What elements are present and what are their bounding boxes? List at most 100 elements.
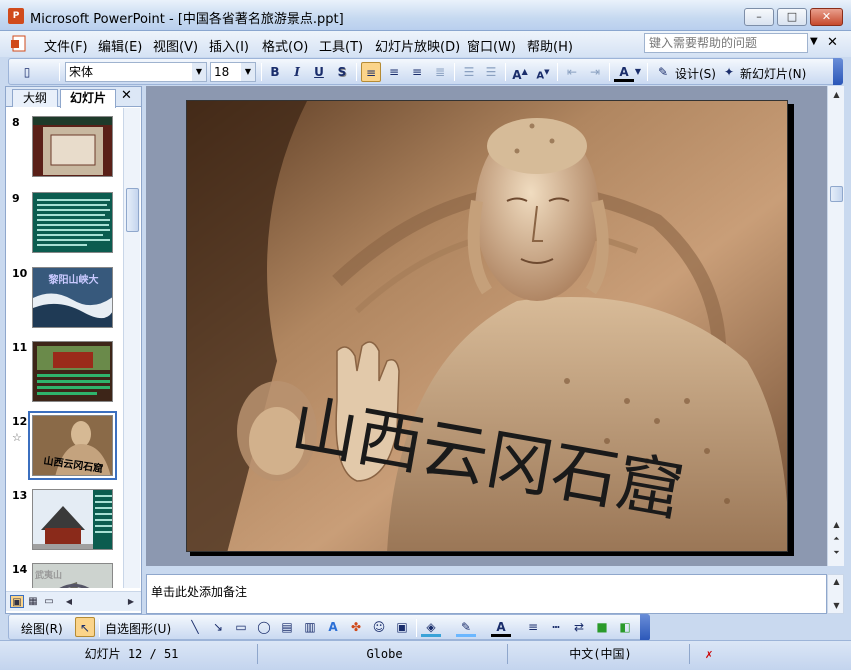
close-button[interactable]: ✕ bbox=[810, 8, 843, 26]
wordart-icon[interactable]: A bbox=[323, 617, 343, 637]
line-icon[interactable]: ╲ bbox=[185, 617, 205, 637]
close-icon[interactable]: ✕ bbox=[121, 88, 132, 103]
slide-thumbnail[interactable]: 9 bbox=[6, 188, 123, 258]
scroll-up-icon[interactable]: ▲ bbox=[828, 88, 845, 102]
font-size-select[interactable]: 18 ▼ bbox=[210, 62, 256, 82]
line-style-icon[interactable]: ≡ bbox=[523, 617, 543, 637]
toolbar-options-button[interactable] bbox=[833, 58, 843, 85]
maximize-button[interactable]: □ bbox=[777, 8, 807, 26]
slideshow-view-icon[interactable]: ▭ bbox=[42, 595, 56, 608]
arrow-icon[interactable]: ↘ bbox=[208, 617, 228, 637]
arrow-style-icon[interactable]: ⇄ bbox=[569, 617, 589, 637]
slide-scrollbar[interactable]: ▲ ▲ ⏶ ⏷ bbox=[827, 86, 844, 566]
document-close-button[interactable]: ✕ bbox=[827, 35, 838, 50]
menu-view[interactable]: 视图(V) bbox=[153, 36, 198, 55]
slide-thumbnail[interactable]: 8 bbox=[6, 112, 123, 182]
align-left-button[interactable]: ≡ bbox=[361, 62, 381, 82]
dash-style-icon[interactable]: ┅ bbox=[546, 617, 566, 637]
line-color-icon[interactable]: ✎ bbox=[456, 617, 476, 637]
notes-scrollbar[interactable]: ▲ ▼ bbox=[827, 574, 844, 614]
rectangle-icon[interactable]: ▭ bbox=[231, 617, 251, 637]
numbered-list-icon[interactable]: ☰ bbox=[459, 62, 479, 82]
increase-font-icon[interactable]: A▲ bbox=[510, 62, 530, 82]
normal-view-icon[interactable]: ▣ bbox=[10, 595, 24, 608]
scroll-left-icon[interactable]: ◀ bbox=[62, 595, 76, 608]
slide-title-textbox[interactable]: 山西云冈石窟 bbox=[187, 101, 787, 551]
new-slide-icon[interactable]: ✦ bbox=[719, 62, 739, 82]
textbox-icon[interactable]: ▤ bbox=[277, 617, 297, 637]
slide-sorter-view-icon[interactable]: ▦ bbox=[26, 595, 40, 608]
next-slide-icon[interactable]: ⏷ bbox=[828, 546, 845, 560]
increase-indent-icon[interactable]: ⇥ bbox=[585, 62, 605, 82]
underline-button[interactable]: U bbox=[309, 62, 329, 82]
new-document-icon[interactable]: ▯ bbox=[17, 62, 37, 82]
menu-slideshow[interactable]: 幻灯片放映(D) bbox=[375, 36, 460, 55]
slides-pane-scrollbar[interactable] bbox=[123, 108, 140, 588]
toolbar-options-button[interactable] bbox=[640, 614, 650, 641]
menu-tools[interactable]: 工具(T) bbox=[319, 36, 363, 55]
shadow-style-icon[interactable]: ■ bbox=[592, 617, 612, 637]
decrease-indent-icon[interactable]: ⇤ bbox=[562, 62, 582, 82]
scroll-right-icon[interactable]: ▶ bbox=[124, 595, 138, 608]
menu-help[interactable]: 帮助(H) bbox=[527, 36, 573, 55]
new-slide-button[interactable]: 新幻灯片(N) bbox=[740, 65, 806, 82]
document-icon[interactable] bbox=[10, 35, 30, 53]
vertical-textbox-icon[interactable]: ▥ bbox=[300, 617, 320, 637]
menu-format[interactable]: 格式(O) bbox=[262, 36, 308, 55]
font-color-icon[interactable]: A bbox=[614, 62, 634, 82]
align-center-button[interactable]: ≡ bbox=[384, 62, 404, 82]
scrollbar-thumb[interactable] bbox=[830, 186, 843, 202]
tab-outline[interactable]: 大纲 bbox=[12, 89, 58, 107]
spelling-status-icon[interactable]: ✗ bbox=[694, 644, 724, 664]
fill-color-icon[interactable]: ◈ bbox=[421, 617, 441, 637]
menu-window[interactable]: 窗口(W) bbox=[467, 36, 516, 55]
italic-button[interactable]: I bbox=[287, 62, 307, 82]
justify-button[interactable]: ≣ bbox=[430, 62, 450, 82]
menu-insert[interactable]: 插入(I) bbox=[209, 36, 249, 55]
decrease-font-icon[interactable]: A▼ bbox=[533, 62, 553, 82]
scroll-up-icon[interactable]: ▲ bbox=[828, 575, 845, 589]
minimize-button[interactable]: – bbox=[744, 8, 774, 26]
shadow-button[interactable]: S bbox=[332, 62, 352, 82]
oval-icon[interactable]: ◯ bbox=[254, 617, 274, 637]
align-right-button[interactable]: ≡ bbox=[407, 62, 427, 82]
design-button[interactable]: 设计(S) bbox=[675, 65, 716, 82]
notes-placeholder[interactable]: 单击此处添加备注 bbox=[151, 583, 247, 600]
menu-file[interactable]: 文件(F) bbox=[44, 36, 88, 55]
chevron-down-icon[interactable]: ▼ bbox=[241, 63, 255, 81]
menu-edit[interactable]: 编辑(E) bbox=[98, 36, 142, 55]
select-pointer-icon[interactable]: ↖ bbox=[75, 617, 95, 637]
current-slide[interactable]: 山西云冈石窟 bbox=[186, 100, 788, 552]
scroll-down-icon[interactable]: ▼ bbox=[828, 599, 845, 613]
tab-slides[interactable]: 幻灯片 bbox=[60, 89, 116, 108]
notes-pane[interactable]: 单击此处添加备注 bbox=[146, 574, 827, 614]
help-search-input[interactable]: 键入需要帮助的问题 bbox=[644, 33, 808, 53]
slide-thumbnail[interactable]: 10 黎阳山峡大 bbox=[6, 263, 123, 333]
diagram-icon[interactable]: ✤ bbox=[346, 617, 366, 637]
font-color-icon[interactable]: A bbox=[491, 617, 511, 637]
bold-button[interactable]: B bbox=[265, 62, 285, 82]
chevron-down-icon[interactable]: ▼ bbox=[810, 36, 818, 47]
slide-thumbnail[interactable]: 14 武夷山 bbox=[6, 559, 123, 588]
slide-thumbnail[interactable]: 13 bbox=[6, 485, 123, 555]
chevron-down-icon[interactable]: ▼ bbox=[633, 62, 643, 82]
font-name-select[interactable]: 宋体 ▼ bbox=[65, 62, 207, 82]
autoshapes-button[interactable]: 自选图形(U) bbox=[105, 620, 171, 637]
picture-icon[interactable]: ▣ bbox=[392, 617, 412, 637]
3d-style-icon[interactable]: ◧ bbox=[615, 617, 635, 637]
font-size-value: 18 bbox=[214, 65, 230, 79]
animation-star-icon[interactable]: ☆ bbox=[12, 431, 22, 444]
chevron-down-icon[interactable]: ▼ bbox=[192, 63, 206, 81]
powerpoint-app-icon[interactable]: P bbox=[8, 8, 24, 24]
scrollbar-thumb[interactable] bbox=[126, 188, 139, 232]
design-icon[interactable]: ✎ bbox=[653, 62, 673, 82]
bulleted-list-icon[interactable]: ☰ bbox=[481, 62, 501, 82]
slide-number: 13 bbox=[12, 489, 28, 502]
clipart-icon[interactable]: ☺ bbox=[369, 617, 389, 637]
slide-thumbnail[interactable]: 11 bbox=[6, 337, 123, 407]
scroll-up-icon[interactable]: ▲ bbox=[828, 518, 845, 532]
previous-slide-icon[interactable]: ⏶ bbox=[828, 532, 845, 546]
slide-thumbnail-selected[interactable]: 12 ☆ 山西云冈石窟 bbox=[6, 411, 123, 481]
draw-menu-button[interactable]: 绘图(R) bbox=[21, 620, 63, 637]
toolbar-separator bbox=[557, 63, 558, 81]
